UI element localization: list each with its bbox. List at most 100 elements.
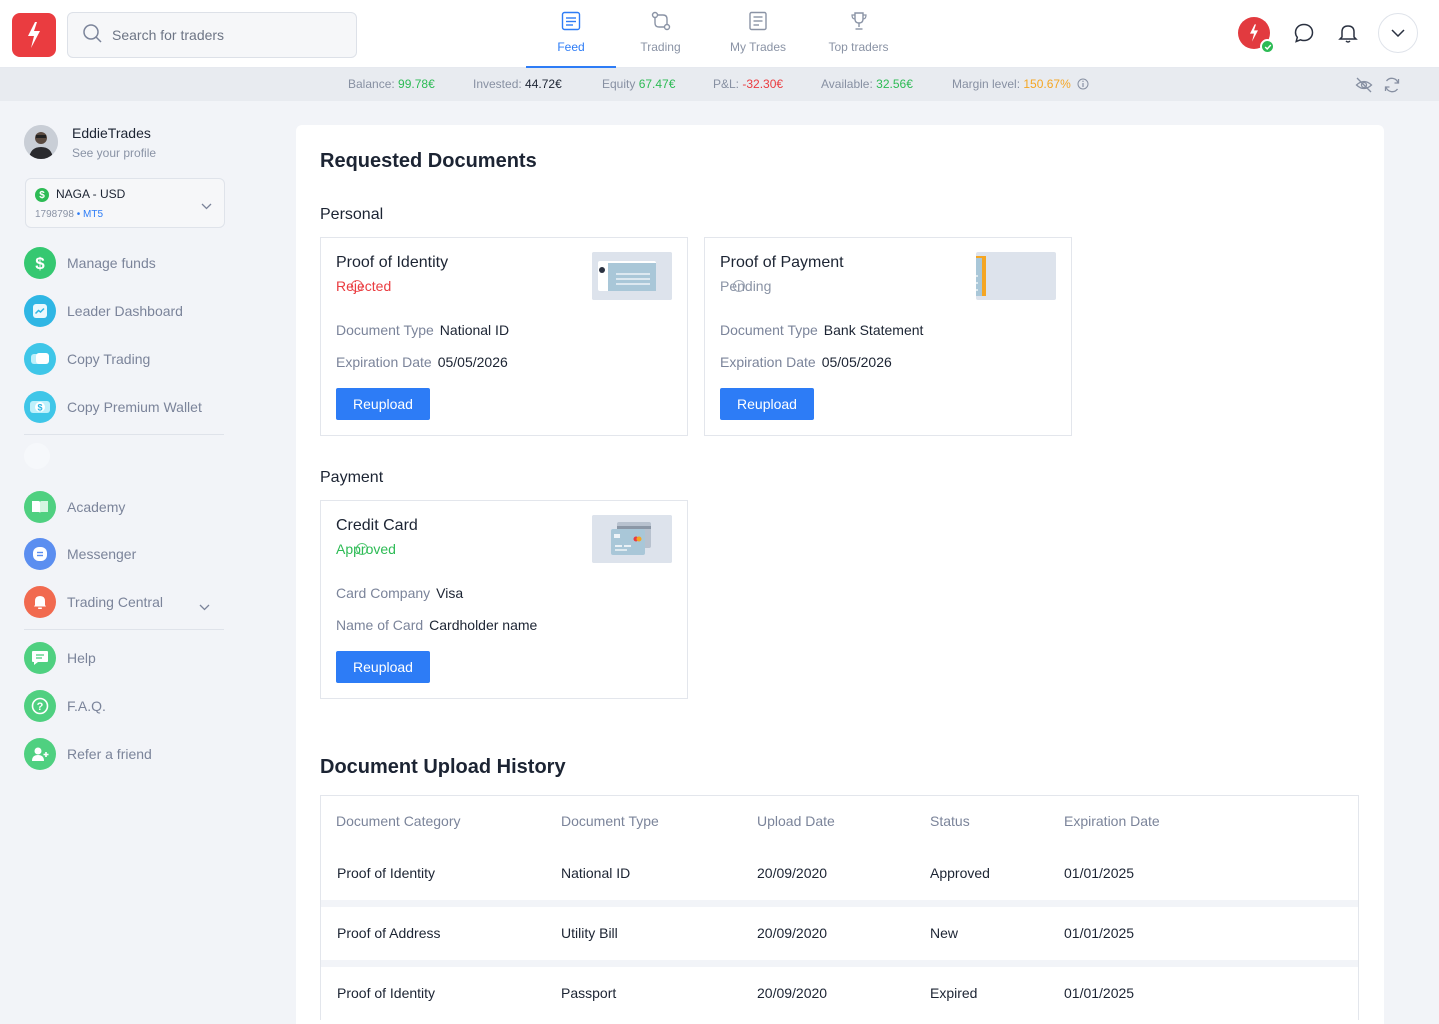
dashboard-icon (24, 295, 56, 327)
detail-value: Visa (436, 585, 464, 601)
margin-stat: Margin level: 150.67% (952, 77, 1089, 93)
sidebar-item-academy[interactable]: Academy (24, 491, 125, 523)
pnl-stat: P&L: -32.30€ (713, 77, 783, 91)
refresh-icon[interactable] (1383, 76, 1401, 97)
table-row[interactable]: Proof of Address Utility Bill 20/09/2020… (321, 907, 1358, 961)
detail-row: Document Type Bank Statement (720, 322, 923, 338)
balance-label: Balance: (348, 77, 395, 91)
question-icon: ? (24, 690, 56, 722)
table-cell: Proof of Address (337, 925, 441, 941)
sidebar-item-label: Messenger (67, 546, 137, 562)
table-cell: Proof of Identity (337, 865, 436, 881)
nav-tab-my-trades[interactable]: My Trades (705, 0, 811, 68)
detail-label: Expiration Date (720, 354, 816, 370)
see-profile-link[interactable]: See your profile (72, 146, 156, 160)
detail-label: Name of Card (336, 617, 424, 633)
detail-label: Document Type (720, 322, 818, 338)
nav-tab-trading[interactable]: Trading (616, 0, 705, 68)
sidebar-divider (24, 434, 224, 435)
card-title: Proof of Identity (336, 254, 449, 271)
account-name: NAGA - USD (56, 187, 126, 201)
detail-row: Name of Card Cardholder name (336, 617, 537, 633)
detail-value: National ID (439, 322, 510, 338)
detail-row: Document Type National ID (336, 322, 509, 338)
sidebar-item-faq[interactable]: ? F.A.Q. (24, 690, 106, 722)
user-avatar[interactable] (1238, 17, 1275, 54)
nav-tab-top-traders[interactable]: Top traders (811, 0, 906, 68)
account-id-line: 1798798 • MT5 (35, 209, 103, 220)
table-cell: 20/09/2020 (757, 985, 828, 1001)
chevron-down-icon (1391, 24, 1405, 42)
page-title: Requested Documents (320, 150, 537, 172)
detail-value: 05/05/2026 (437, 354, 508, 370)
search-input[interactable] (112, 27, 342, 43)
card-title: Proof of Payment (720, 254, 844, 271)
invested-stat: Invested: 44.72€ (473, 77, 562, 91)
naga-logo[interactable] (12, 13, 56, 57)
invested-label: Invested: (473, 77, 522, 91)
avatar[interactable] (24, 125, 58, 159)
my-trades-icon (748, 11, 768, 34)
documents-panel: Requested Documents Personal Proof of Id… (296, 125, 1384, 1024)
document-card-proof-of-payment: Proof of Payment Pending Document Type Ba… (704, 237, 1072, 436)
bank-statement-thumbnail[interactable] (976, 252, 1056, 300)
detail-value: Cardholder name (429, 617, 538, 633)
credit-card-thumbnail[interactable] (592, 515, 672, 563)
account-selector[interactable]: $ NAGA - USD 1798798 • MT5 (25, 178, 225, 228)
loading-spinner-icon (351, 280, 363, 292)
bell-icon (24, 586, 56, 618)
detail-label: Document Type (336, 322, 434, 338)
sidebar-item-trading-central[interactable]: Trading Central (24, 586, 224, 618)
personal-heading: Personal (320, 206, 384, 223)
detail-row: Expiration Date 05/05/2026 (336, 354, 508, 370)
sidebar-item-manage-funds[interactable]: $ Manage funds (24, 247, 156, 279)
account-menu-button[interactable] (1378, 13, 1418, 53)
dollar-coin-icon: $ (35, 188, 49, 202)
column-header: Document Category (336, 813, 461, 829)
available-value: 32.56€ (876, 77, 913, 91)
sidebar-item-leader-dashboard[interactable]: Leader Dashboard (24, 295, 183, 327)
detail-label: Card Company (336, 585, 431, 601)
info-icon[interactable] (1077, 78, 1089, 93)
pnl-value: -32.30€ (742, 77, 784, 91)
equity-value: 67.47€ (638, 77, 676, 91)
sidebar-divider (24, 629, 224, 630)
balance-stat: Balance: 99.78€ (348, 77, 435, 91)
messenger-icon (24, 538, 56, 570)
equity-stat: Equity 67.47€ (602, 77, 675, 91)
reupload-button[interactable]: Reupload (336, 651, 430, 683)
messages-icon[interactable] (1290, 19, 1318, 47)
sidebar-item-help[interactable]: Help (24, 642, 96, 674)
sidebar-item-label: Help (67, 650, 96, 666)
search-icon (82, 23, 102, 48)
notifications-bell-icon[interactable] (1334, 19, 1362, 47)
feed-icon (561, 11, 581, 34)
sidebar-item-copy-premium-wallet[interactable]: $ Copy Premium Wallet (24, 391, 202, 423)
top-bar: Feed Trading My Trades Top traders (0, 0, 1439, 68)
id-card-thumbnail[interactable] (592, 252, 672, 300)
faded-placeholder (24, 443, 50, 469)
reupload-button[interactable]: Reupload (720, 388, 814, 420)
sidebar-item-label: Manage funds (67, 255, 156, 271)
hide-balance-eye-icon[interactable] (1355, 76, 1373, 97)
table-row[interactable]: Proof of Identity National ID 20/09/2020… (321, 846, 1358, 900)
sidebar-item-copy-trading[interactable]: Copy Trading (24, 343, 150, 375)
sidebar-item-refer-a-friend[interactable]: Refer a friend (24, 738, 152, 770)
trading-icon (651, 11, 671, 34)
chevron-down-icon[interactable] (199, 598, 210, 616)
table-cell: National ID (561, 865, 631, 881)
reupload-button[interactable]: Reupload (336, 388, 430, 420)
table-row[interactable]: Proof of Identity Passport 20/09/2020 Ex… (321, 967, 1358, 1021)
sidebar-item-messenger[interactable]: Messenger (24, 538, 136, 570)
sidebar-item-label: Copy Trading (67, 351, 151, 367)
balance-value: 99.78€ (398, 77, 435, 91)
nav-tab-feed[interactable]: Feed (526, 0, 616, 68)
invested-value: 44.72€ (525, 77, 562, 91)
account-id: 1798798 (35, 209, 74, 220)
margin-value: 150.67% (1023, 77, 1071, 91)
chevron-down-icon (201, 197, 212, 215)
search-box[interactable] (67, 12, 357, 58)
table-cell: 01/01/2025 (1064, 865, 1135, 881)
column-header: Expiration Date (1064, 813, 1160, 829)
table-cell: 20/09/2020 (757, 865, 828, 881)
